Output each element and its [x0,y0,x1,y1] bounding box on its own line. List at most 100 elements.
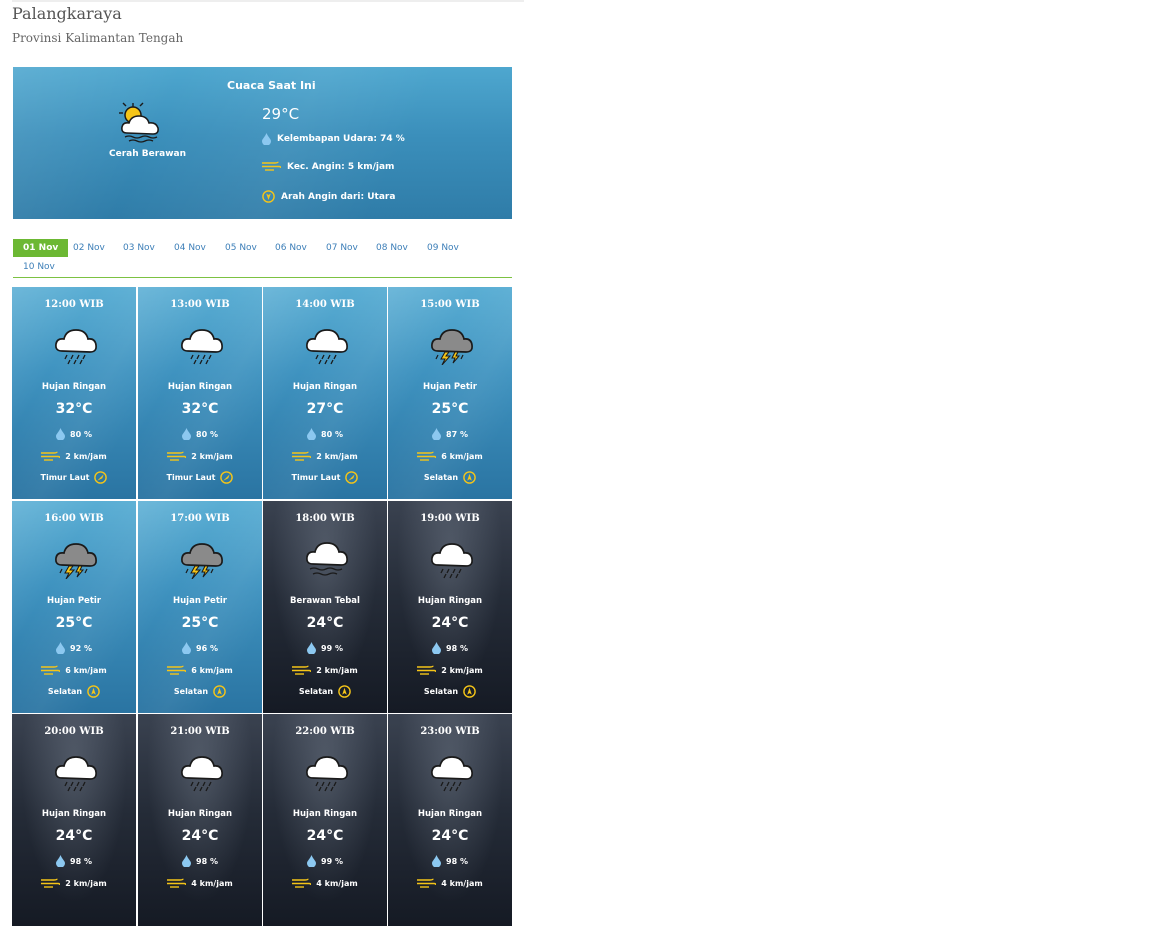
wind-icon [167,451,187,462]
forecast-humidity: 80 % [196,429,218,439]
forecast-humidity-row: 98 % [388,855,512,867]
forecast-humidity-row: 80 % [263,428,387,440]
forecast-wind-row: 6 km/jam [388,451,512,462]
tab-03-nov[interactable]: 03 Nov [113,239,165,257]
forecast-direction-row: Selatan [138,685,262,698]
compass-icon [338,685,351,698]
forecast-humidity: 99 % [321,856,343,866]
tab-10-nov[interactable]: 10 Nov [13,258,65,276]
forecast-wind-row: 4 km/jam [388,878,512,889]
forecast-time: 15:00 WIB [420,299,480,310]
water-drop-icon [182,642,192,654]
tab-05-nov[interactable]: 05 Nov [215,239,267,257]
wind-icon [417,451,437,462]
forecast-time: 23:00 WIB [420,726,480,737]
water-drop-icon [182,428,192,440]
forecast-time: 17:00 WIB [170,513,230,524]
forecast-humidity: 92 % [70,643,92,653]
compass-icon [463,685,476,698]
forecast-temperature: 24°C [431,828,469,844]
forecast-wind-direction: Selatan [423,687,459,696]
forecast-direction-row: Selatan [388,471,512,484]
forecast-wind-speed: 2 km/jam [65,452,107,461]
forecast-temperature: 25°C [181,615,219,631]
forecast-humidity: 80 % [70,429,92,439]
forecast-time: 16:00 WIB [44,513,104,524]
forecast-humidity-row: 99 % [263,855,387,867]
forecast-condition: Hujan Petir [423,382,477,392]
forecast-condition: Hujan Ringan [167,809,233,819]
forecast-time: 20:00 WIB [44,726,104,737]
tab-01-nov[interactable]: 01 Nov [13,239,69,257]
wind-icon [41,451,61,462]
tab-08-nov[interactable]: 08 Nov [366,239,418,257]
wind-icon [417,665,437,676]
forecast-humidity-row: 99 % [263,642,387,654]
tab-06-nov[interactable]: 06 Nov [265,239,317,257]
forecast-card: 23:00 WIB Hujan Ringan 24°C 98 % 4 km/jam [388,714,512,926]
forecast-time: 13:00 WIB [170,299,230,310]
date-tabs: 01 Nov 02 Nov 03 Nov 04 Nov 05 Nov 06 No… [13,239,512,278]
forecast-wind-direction: Timur Laut [40,473,90,482]
forecast-wind-row: 6 km/jam [12,665,136,676]
forecast-card: 14:00 WIB Hujan Ringan 27°C 80 % 2 km/jam Tim… [263,287,387,499]
forecast-wind-row: 4 km/jam [138,878,262,889]
forecast-card: 15:00 WIB Hujan Petir 25°C 87 % 6 km/jam Sela… [388,287,512,499]
water-drop-icon [182,855,192,867]
water-drop-icon [307,642,317,654]
forecast-wind-speed: 4 km/jam [191,879,233,888]
forecast-condition: Hujan Ringan [41,809,107,819]
water-drop-icon [56,855,66,867]
forecast-wind-speed: 2 km/jam [65,879,107,888]
forecast-wind-speed: 6 km/jam [441,452,483,461]
forecast-direction-row: Selatan [12,685,136,698]
forecast-condition: Berawan Tebal [290,596,360,606]
forecast-condition: Hujan Ringan [292,809,358,819]
forecast-card: 18:00 WIB Berawan Tebal 24°C 99 % 2 km/jam Se… [263,501,387,713]
forecast-direction-row: Selatan [263,685,387,698]
forecast-wind-row: 2 km/jam [263,451,387,462]
forecast-direction-row: Timur Laut [263,471,387,484]
forecast-card: 12:00 WIB Hujan Ringan 32°C 80 % 2 km/jam Tim… [12,287,136,499]
forecast-temperature: 24°C [431,615,469,631]
water-drop-icon [432,428,442,440]
forecast-humidity-row: 80 % [12,428,136,440]
compass-icon [220,471,234,484]
compass-icon [262,190,275,203]
tab-04-nov[interactable]: 04 Nov [164,239,216,257]
forecast-condition: Hujan Ringan [417,596,483,606]
tab-09-nov[interactable]: 09 Nov [417,239,469,257]
forecast-humidity-row: 98 % [138,855,262,867]
tab-07-nov[interactable]: 07 Nov [316,239,368,257]
partly-cloudy-icon [117,101,165,143]
wind-icon [292,451,312,462]
forecast-temperature: 32°C [55,401,93,417]
forecast-card: 13:00 WIB Hujan Ringan 32°C 80 % 2 km/jam Tim… [138,287,262,499]
wind-icon [292,878,312,889]
forecast-wind-speed: 6 km/jam [65,666,107,675]
forecast-humidity: 96 % [196,643,218,653]
current-wind-speed-row: Kec. Angin: 5 km/jam [262,161,394,172]
compass-icon [87,685,100,698]
forecast-temperature: 27°C [306,401,344,417]
water-drop-icon [56,428,66,440]
light-rain-icon [428,750,474,792]
forecast-humidity: 98 % [446,643,468,653]
forecast-card: 20:00 WIB Hujan Ringan 24°C 98 % 2 km/jam [12,714,136,926]
light-rain-icon [52,323,98,365]
tab-02-nov[interactable]: 02 Nov [63,239,115,257]
thunderstorm-icon [428,323,474,365]
water-drop-icon [307,428,317,440]
forecast-temperature: 24°C [306,615,344,631]
forecast-condition: Hujan Ringan [292,382,358,392]
forecast-wind-speed: 2 km/jam [316,666,358,675]
water-drop-icon [56,642,66,654]
forecast-wind-speed: 2 km/jam [316,452,358,461]
forecast-wind-direction: Selatan [173,687,209,696]
wind-icon [167,665,187,676]
water-drop-icon [432,642,442,654]
forecast-card: 21:00 WIB Hujan Ringan 24°C 98 % 4 km/jam [138,714,262,926]
forecast-temperature: 24°C [181,828,219,844]
overcast-icon [303,537,349,579]
forecast-wind-speed: 6 km/jam [191,666,233,675]
